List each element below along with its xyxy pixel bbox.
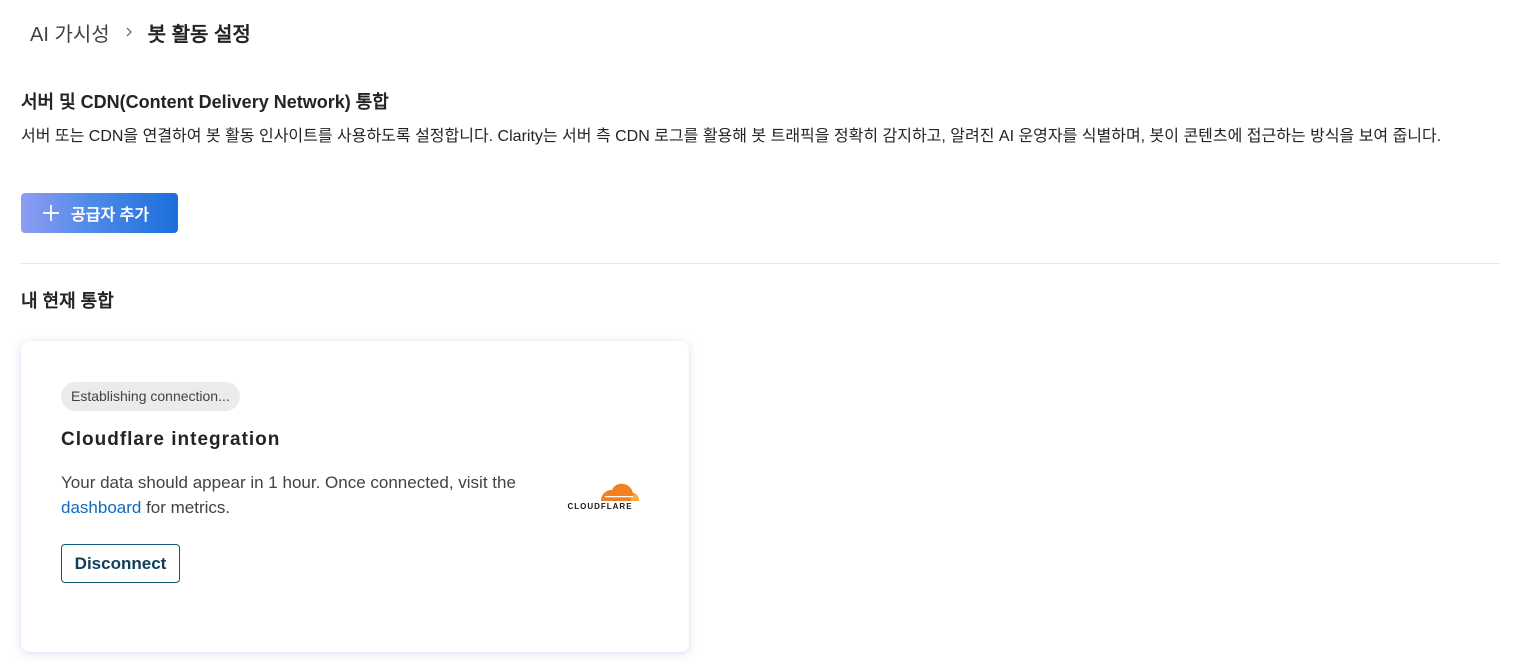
breadcrumb-current-page: 봇 활동 설정 [147,23,251,46]
card-description-text-after: for metrics. [141,498,231,517]
card-description-text-before: Your data should appear in 1 hour. Once … [61,473,516,492]
add-provider-label: 공급자 추가 [71,207,150,224]
cloudflare-integration-card: Establishing connection... Cloudflare in… [21,341,689,652]
integration-section-title: 서버 및 CDN(Content Delivery Network) 통합 [21,92,389,112]
current-integrations-title: 내 현재 통합 [21,291,114,311]
card-description: Your data should appear in 1 hour. Once … [61,470,551,520]
cloudflare-logo-text: CLOUDFLARE [567,502,633,511]
dashboard-link[interactable]: dashboard [61,498,141,517]
cloudflare-logo: CLOUDFLARE [561,481,639,513]
chevron-right-icon [126,27,132,37]
integration-section-description: 서버 또는 CDN을 연결하여 봇 활동 인사이트를 사용하도록 설정합니다. … [21,128,1442,145]
plus-icon [43,205,59,221]
disconnect-button[interactable]: Disconnect [61,544,180,583]
status-badge: Establishing connection... [61,382,240,411]
card-title: Cloudflare integration [61,429,281,450]
add-provider-button[interactable]: 공급자 추가 [21,193,178,233]
bot-activity-settings-page: AI 가시성 봇 활동 설정 서버 및 CDN(Content Delivery… [0,0,1513,665]
breadcrumb-parent-ai-visibility[interactable]: AI 가시성 [30,18,110,47]
breadcrumb: AI 가시성 봇 활동 설정 [30,18,251,46]
section-divider [21,263,1500,264]
cloudflare-logo-icon [601,483,639,501]
